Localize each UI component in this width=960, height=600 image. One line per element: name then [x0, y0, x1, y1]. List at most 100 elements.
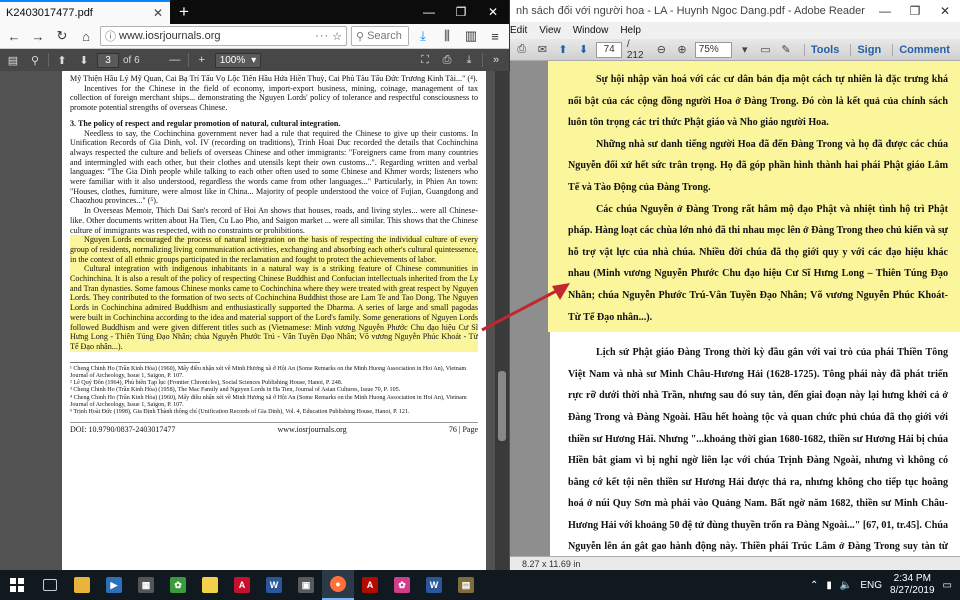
download-icon[interactable]: ⤓ — [413, 26, 433, 46]
library-icon[interactable]: ⫼ — [437, 26, 457, 46]
save-icon[interactable]: ⤓ — [460, 51, 478, 69]
word-document-icon[interactable]: W — [418, 570, 450, 600]
adobe-toolbar: ⎙ ✉ ⬆ ⬇ 74 / 212 ⊖ ⊕ 75% ▾ ▭ ✎ Tools Sig… — [510, 39, 960, 61]
clock-time: 2:34 PM — [893, 573, 931, 584]
search-input[interactable]: ⚲ Search — [351, 26, 409, 46]
toggle-sidebar-icon[interactable]: ▤ — [4, 51, 22, 69]
body-paragraph: Nguyen Lords encouraged the process of n… — [70, 235, 478, 264]
zoom-out-icon[interactable]: — — [166, 51, 184, 69]
url-bar[interactable]: ⓘ www.iosrjournals.org ··· ☆ — [100, 26, 347, 46]
clock[interactable]: 2:34 PM 8/27/2019 — [890, 573, 935, 597]
word-icon[interactable]: W — [258, 570, 290, 600]
restore-icon[interactable]: ❐ — [445, 0, 477, 24]
comment-link[interactable]: Comment — [892, 43, 956, 56]
minimize-icon[interactable]: — — [413, 0, 445, 24]
url-text: www.iosrjournals.org — [119, 30, 221, 42]
desktop-screen: K2403017477.pdf ✕ + — ❐ ✕ ← → ↻ ⌂ ⓘ www.… — [0, 0, 960, 600]
tab-pdf[interactable]: K2403017477.pdf ✕ — [0, 0, 170, 24]
highlighted-region: Sự hội nhập văn hoá với các cư dân bản đ… — [548, 61, 960, 333]
close-window-icon[interactable]: ✕ — [930, 4, 960, 18]
new-tab-icon[interactable]: + — [170, 0, 198, 24]
home-icon[interactable]: ⌂ — [76, 26, 96, 46]
back-icon[interactable]: ← — [4, 26, 24, 46]
adobe-reader-taskbar-icon[interactable]: A — [354, 570, 386, 600]
tools-icon[interactable]: » — [487, 51, 505, 69]
restore-icon[interactable]: ❐ — [900, 4, 930, 18]
windows-start-icon[interactable] — [0, 570, 34, 600]
highlighted-paragraph: Sự hội nhập văn hoá với các cư dân bản đ… — [568, 74, 948, 129]
clock-date: 8/27/2019 — [890, 585, 935, 596]
menu-help[interactable]: Help — [620, 25, 641, 36]
calculator-icon[interactable]: ▦ — [130, 570, 162, 600]
arrow-line — [481, 286, 563, 332]
presentation-icon[interactable]: ⛶ — [416, 51, 434, 69]
next-page-icon[interactable]: ⬇ — [75, 51, 93, 69]
firefox-tabbar: K2403017477.pdf ✕ + — ❐ ✕ — [0, 0, 509, 24]
store-icon[interactable]: ▣ — [290, 570, 322, 600]
acrobat-icon[interactable]: A — [226, 570, 258, 600]
footnote: ¹ Cheng Chinh Ho (Trần Kinh Hòa) (1960),… — [70, 365, 467, 379]
doi: DOI: 10.9790/0837-2403017477 — [70, 425, 176, 435]
previous-page-icon[interactable]: ⬆ — [53, 51, 71, 69]
firefox-taskbar-icon[interactable]: ● — [322, 570, 354, 600]
close-window-icon[interactable]: ✕ — [477, 0, 509, 24]
sidebar-icon[interactable]: ▥ — [461, 26, 481, 46]
page-number-input[interactable]: 3 — [97, 52, 119, 68]
reload-icon[interactable]: ↻ — [52, 26, 72, 46]
language-indicator[interactable]: ENG — [860, 580, 882, 591]
file-explorer-icon[interactable] — [66, 570, 98, 600]
search-placeholder: Search — [367, 30, 402, 42]
zoom-select[interactable]: 75% — [694, 41, 732, 58]
task-view-icon[interactable] — [34, 570, 66, 600]
network-icon[interactable]: ▮ — [826, 580, 832, 591]
menu-window[interactable]: Window — [573, 25, 609, 36]
info-icon[interactable]: ⓘ — [105, 28, 116, 44]
email-icon[interactable]: ✉ — [535, 42, 551, 58]
adobe-menubar: Edit View Window Help — [510, 22, 960, 39]
footer-page-number: 76 | Page — [448, 425, 478, 435]
flower-app-icon[interactable]: ✿ — [386, 570, 418, 600]
zoom-select[interactable]: 100% ▾ — [214, 52, 262, 68]
scrollbar-thumb[interactable] — [498, 371, 506, 441]
search-icon: ⚲ — [356, 30, 365, 43]
page-count: of 6 — [123, 54, 140, 66]
powerpoint-icon[interactable]: ▶ — [98, 570, 130, 600]
menu-icon[interactable]: ≡ — [485, 26, 505, 46]
sticky-notes-icon[interactable] — [194, 570, 226, 600]
volume-icon[interactable]: 🔈 — [840, 580, 852, 591]
forward-icon[interactable]: → — [28, 26, 48, 46]
bookmark-star-icon[interactable]: ☆ — [332, 30, 342, 43]
footnotes: ¹ Cheng Chinh Ho (Trần Kinh Hòa) (1960),… — [70, 366, 478, 416]
close-tab-icon[interactable]: ✕ — [152, 6, 164, 20]
zoom-in-icon[interactable]: + — [193, 51, 211, 69]
find-icon[interactable]: ⚲ — [26, 51, 44, 69]
minimize-icon[interactable]: — — [870, 4, 900, 18]
zoom-out-icon[interactable]: ⊖ — [654, 42, 670, 58]
green-app-icon[interactable]: ✿ — [162, 570, 194, 600]
print-icon[interactable]: ⎙ — [514, 42, 530, 58]
print-icon[interactable]: ⎙ — [438, 51, 456, 69]
next-page-icon[interactable]: ⬇ — [576, 42, 592, 58]
chevron-down-icon: ▾ — [251, 54, 257, 66]
tools-link[interactable]: Tools — [803, 43, 846, 56]
page-number-input[interactable]: 74 — [596, 41, 622, 58]
adobe-titlebar: nh sách đối với người hoa - LA - Huynh N… — [510, 0, 960, 22]
chevron-down-icon[interactable]: ▾ — [737, 42, 753, 58]
body-paragraph: Needless to say, the Cochinchina governm… — [70, 128, 478, 206]
tray-overflow-icon[interactable]: ⌃ — [810, 580, 818, 591]
comment-icon[interactable]: ✎ — [778, 42, 794, 58]
page-actions-icon[interactable]: ··· — [315, 30, 329, 42]
zoom-in-icon[interactable]: ⊕ — [674, 42, 690, 58]
notifications-icon[interactable]: ▭ — [943, 580, 952, 591]
section-heading: 3. The policy of respect and regular pro… — [70, 118, 341, 128]
body-top-lines: Mỹ Thiện Hầu Lý Mỹ Quan, Cai Bạ Trí Tấu … — [70, 74, 478, 83]
pdf-viewer[interactable]: Mỹ Thiện Hầu Lý Mỹ Quan, Cai Bạ Trí Tấu … — [0, 71, 510, 570]
sign-link[interactable]: Sign — [850, 43, 887, 56]
previous-page-icon[interactable]: ⬆ — [555, 42, 571, 58]
menu-view[interactable]: View — [539, 25, 561, 36]
menu-edit[interactable]: Edit — [510, 25, 527, 36]
notes-app-icon[interactable]: ▤ — [450, 570, 482, 600]
windows-taskbar: ▶ ▦ ✿ A W ▣ ● A ✿ W ▤ ⌃ ▮ 🔈 ENG 2:34 PM … — [0, 570, 960, 600]
fit-page-icon[interactable]: ▭ — [758, 42, 774, 58]
pdf-toolbar: ▤ ⚲ ⬆ ⬇ 3 of 6 — + 100% ▾ ⛶ ⎙ ⤓ » — [0, 49, 509, 71]
